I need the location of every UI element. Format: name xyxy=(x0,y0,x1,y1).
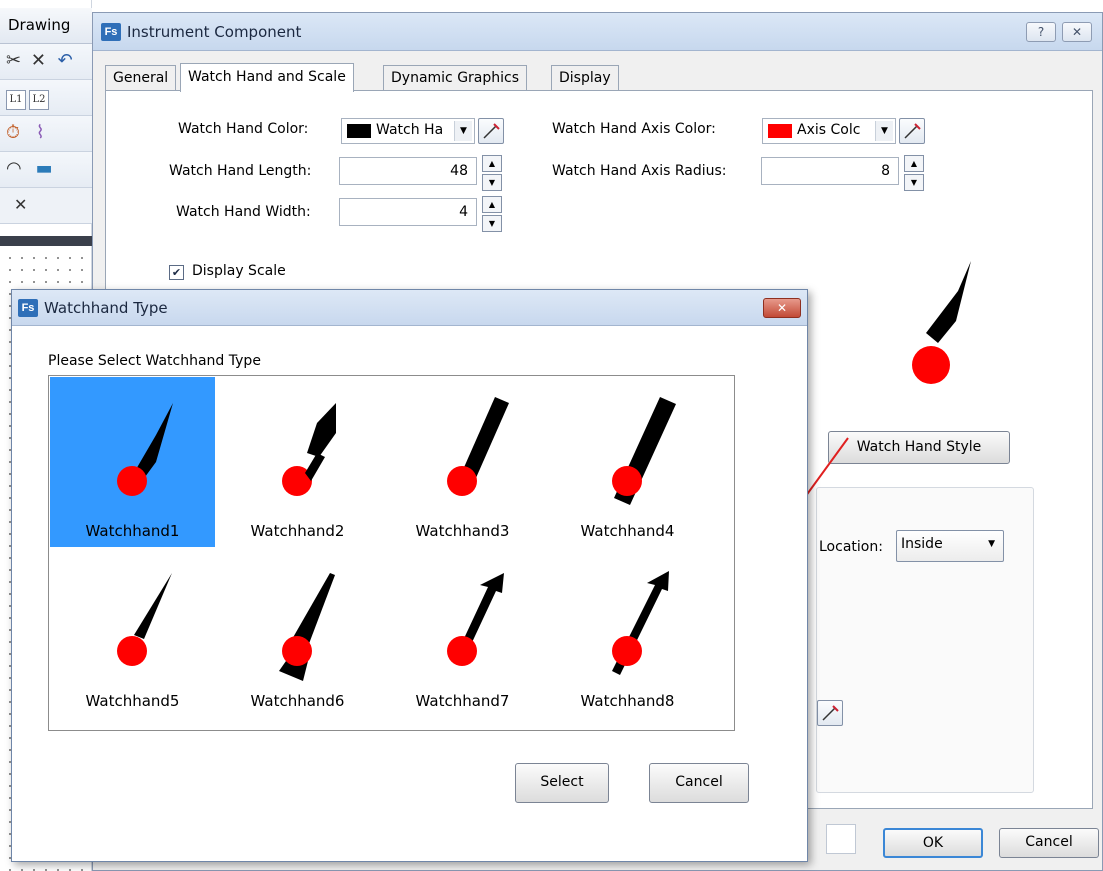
window-title: Instrument Component xyxy=(127,23,302,41)
location-label: Location: xyxy=(819,539,883,555)
watch-hand-color-select[interactable]: Watch Ha ▼ xyxy=(341,118,475,144)
spin-down-icon[interactable]: ▼ xyxy=(482,215,502,232)
location-select[interactable]: Inside ▼ xyxy=(896,530,1004,562)
value-field[interactable] xyxy=(826,824,856,854)
tab-general[interactable]: General xyxy=(105,65,177,91)
color-swatch xyxy=(347,124,371,138)
dialog-cancel-button[interactable]: Cancel xyxy=(649,763,749,803)
toolbar-row-instruments: ⏱ ⌇ xyxy=(0,116,92,152)
axis-radius-stepper[interactable]: ▲ ▼ xyxy=(904,155,924,191)
watchhand-option-2[interactable]: Watchhand2 xyxy=(215,377,380,547)
app-logo-icon: Fs xyxy=(101,23,121,41)
menu-drawing[interactable]: Drawing xyxy=(0,8,92,44)
divider xyxy=(0,236,92,246)
spin-up-icon[interactable]: ▲ xyxy=(482,155,502,172)
color-swatch xyxy=(768,124,792,138)
axis-color-label: Watch Hand Axis Color: xyxy=(552,121,716,137)
location-value: Inside xyxy=(901,536,943,552)
watch-hand-length-stepper[interactable]: ▲ ▼ xyxy=(482,155,502,191)
watchhand-option-1[interactable]: Watchhand1 xyxy=(50,377,215,547)
watchhand-label: Watchhand3 xyxy=(415,522,510,540)
watchhand-type-dialog: Fs Watchhand Type ✕ Please Select Watchh… xyxy=(11,289,808,862)
watch-hand-width-input[interactable]: 4 xyxy=(339,198,477,226)
toolbar-row-shapes: ◠ ▬ xyxy=(0,152,92,188)
watchhand-grid: Watchhand1 Watchhand2 Watchhand3 Watchha… xyxy=(48,375,735,731)
close-icon[interactable]: ✕ xyxy=(14,195,27,214)
watch-hand-length-label: Watch Hand Length: xyxy=(169,163,312,179)
watchhand-label: Watchhand6 xyxy=(250,692,345,710)
cancel-button[interactable]: Cancel xyxy=(999,828,1099,858)
watchhand-option-8[interactable]: Watchhand8 xyxy=(545,547,710,717)
eyedropper-icon[interactable] xyxy=(899,118,925,144)
watchhand-option-6[interactable]: Watchhand6 xyxy=(215,547,380,717)
watchhand-option-7[interactable]: Watchhand7 xyxy=(380,547,545,717)
eyedropper-icon[interactable] xyxy=(817,700,843,726)
arc-icon[interactable]: ◠ xyxy=(6,158,22,179)
chevron-down-icon[interactable]: ▼ xyxy=(454,121,472,141)
eyedropper-icon[interactable] xyxy=(478,118,504,144)
window-close-button[interactable]: ✕ xyxy=(1062,22,1092,42)
help-button[interactable]: ? xyxy=(1026,22,1056,42)
axis-radius-label: Watch Hand Axis Radius: xyxy=(552,163,727,179)
watchhand-option-3[interactable]: Watchhand3 xyxy=(380,377,545,547)
watchhand-label: Watchhand8 xyxy=(580,692,675,710)
dialog-titlebar: Fs Watchhand Type ✕ xyxy=(12,290,807,326)
layer1-icon[interactable]: L1 xyxy=(6,90,26,110)
watch-hand-color-value: Watch Ha xyxy=(376,122,444,138)
watch-hand-width-stepper[interactable]: ▲ ▼ xyxy=(482,196,502,232)
app-logo-icon: Fs xyxy=(18,299,38,317)
chevron-down-icon[interactable]: ▼ xyxy=(875,121,893,141)
toolbar-row-layers: L1 L2 xyxy=(0,80,92,116)
display-scale-label: Display Scale xyxy=(192,263,286,279)
watchhand-label: Watchhand4 xyxy=(580,522,675,540)
select-prompt: Please Select Watchhand Type xyxy=(48,353,261,369)
image-icon[interactable]: ▬ xyxy=(35,158,52,179)
watchhand-option-4[interactable]: Watchhand4 xyxy=(545,377,710,547)
undo-icon[interactable]: ↶ xyxy=(58,50,73,71)
select-button[interactable]: Select xyxy=(515,763,609,803)
chart-icon[interactable]: ⌇ xyxy=(36,122,45,143)
delete-icon[interactable]: ✕ xyxy=(31,50,46,71)
watch-hand-preview xyxy=(912,261,971,384)
spin-down-icon[interactable]: ▼ xyxy=(482,174,502,191)
spin-up-icon[interactable]: ▲ xyxy=(482,196,502,213)
dialog-title: Watchhand Type xyxy=(44,299,168,317)
watchhand-label: Watchhand2 xyxy=(250,522,345,540)
axis-color-value: Axis Colc xyxy=(797,122,861,138)
spin-up-icon[interactable]: ▲ xyxy=(904,155,924,172)
axis-color-select[interactable]: Axis Colc ▼ xyxy=(762,118,896,144)
axis-radius-input[interactable]: 8 xyxy=(761,157,899,185)
cut-icon[interactable]: ✂ xyxy=(6,50,21,71)
layer2-icon[interactable]: L2 xyxy=(29,90,49,110)
watchhand-label: Watchhand1 xyxy=(85,522,180,540)
watch-hand-length-input[interactable]: 48 xyxy=(339,157,477,185)
window-titlebar: Fs Instrument Component ? ✕ xyxy=(93,13,1102,51)
ok-button[interactable]: OK xyxy=(883,828,983,858)
toolbar-row-edit: ✂ ✕ ↶ xyxy=(0,44,92,80)
spin-down-icon[interactable]: ▼ xyxy=(904,174,924,191)
watch-hand-color-label: Watch Hand Color: xyxy=(178,121,309,137)
tab-watch-hand-and-scale[interactable]: Watch Hand and Scale xyxy=(180,63,354,92)
tab-dynamic-graphics[interactable]: Dynamic Graphics xyxy=(383,65,528,91)
watchhand-label: Watchhand7 xyxy=(415,692,510,710)
chevron-down-icon[interactable]: ▼ xyxy=(988,539,995,549)
display-scale-checkbox[interactable]: ✔ xyxy=(169,265,184,280)
watch-hand-width-label: Watch Hand Width: xyxy=(176,204,311,220)
watchhand-option-5[interactable]: Watchhand5 xyxy=(50,547,215,717)
tab-display[interactable]: Display xyxy=(551,65,619,91)
gauge-icon[interactable]: ⏱ xyxy=(6,122,20,143)
dialog-close-button[interactable]: ✕ xyxy=(763,298,801,318)
document-tab[interactable]: ✕ xyxy=(0,188,92,224)
watchhand-label: Watchhand5 xyxy=(85,692,180,710)
